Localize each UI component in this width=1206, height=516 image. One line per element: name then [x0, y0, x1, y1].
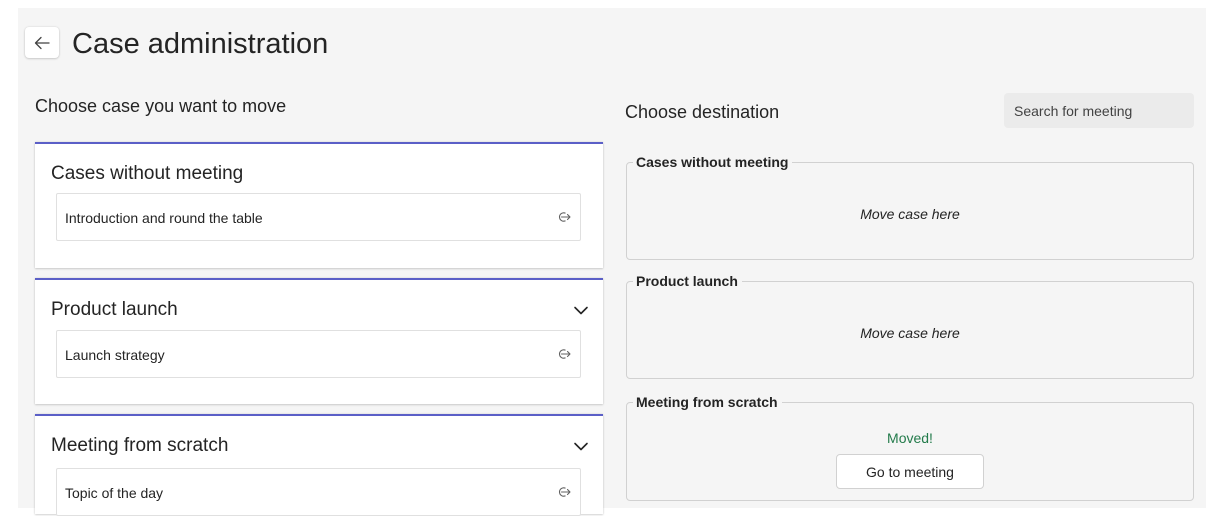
back-button[interactable] [25, 27, 59, 58]
arrow-left-icon [34, 36, 50, 49]
case-item-label: Topic of the day [65, 485, 164, 501]
destination-meeting-from-scratch: Meeting from scratch Moved! Go to meetin… [626, 393, 1194, 501]
destination-group-title: Meeting from scratch [633, 393, 782, 411]
destination-group-title: Product launch [633, 272, 742, 290]
drop-target-label: Move case here [860, 206, 960, 222]
moved-status-text: Moved! [887, 430, 933, 446]
source-heading: Choose case you want to move [35, 96, 287, 116]
case-item[interactable]: Introduction and round the table [56, 193, 581, 241]
case-item-label: Launch strategy [65, 347, 165, 363]
destination-product-launch[interactable]: Product launch Move case here [626, 272, 1194, 379]
source-group-product-launch: Product launch Launch strategy [35, 278, 603, 404]
destination-cases-without-meeting[interactable]: Cases without meeting Move case here [626, 153, 1194, 260]
source-group-cases-without-meeting: Cases without meeting Introduction and r… [35, 142, 603, 268]
source-group-title: Cases without meeting [51, 163, 244, 184]
case-item-label: Introduction and round the table [65, 210, 263, 226]
chevron-down-icon[interactable] [573, 304, 589, 316]
page-title: Case administration [72, 28, 329, 60]
destination-heading: Choose destination [625, 102, 780, 122]
chevron-down-icon[interactable] [573, 440, 589, 452]
destination-group-title: Cases without meeting [633, 153, 793, 171]
drop-target-label: Move case here [860, 325, 960, 341]
source-group-title: Product launch [51, 299, 178, 320]
case-item[interactable]: Launch strategy [56, 330, 581, 378]
move-arrow-icon[interactable] [556, 347, 572, 361]
search-meeting-input[interactable] [1004, 93, 1194, 128]
source-group-meeting-from-scratch: Meeting from scratch Topic of the day [35, 414, 603, 516]
case-item[interactable]: Topic of the day [56, 468, 581, 516]
page-container: Case administration Choose case you want… [18, 8, 1206, 516]
move-arrow-icon[interactable] [556, 485, 572, 499]
source-group-title: Meeting from scratch [51, 435, 229, 456]
go-to-meeting-button[interactable]: Go to meeting [836, 454, 984, 489]
move-arrow-icon[interactable] [556, 210, 572, 224]
